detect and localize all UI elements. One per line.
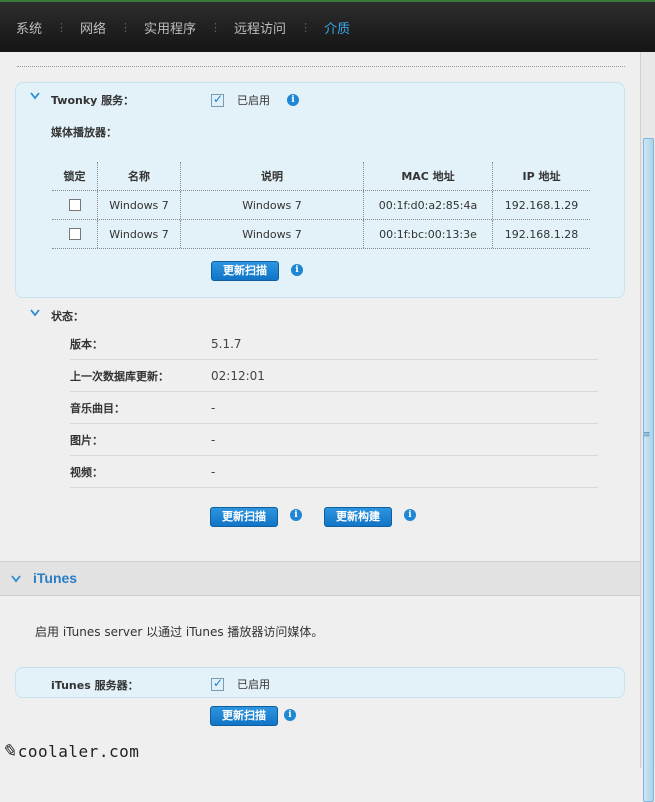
- status-key: 音乐曲目：: [70, 401, 125, 415]
- tab-media[interactable]: 介质: [318, 18, 356, 37]
- watermark-glyph-icon: ✎: [2, 738, 16, 763]
- info-icon[interactable]: i: [290, 509, 302, 521]
- itunes-rescan-button[interactable]: 更新扫描: [210, 706, 278, 726]
- watermark-logo: ✎ coolaler.com: [2, 738, 139, 763]
- status-value: -: [211, 432, 216, 447]
- twonky-enabled-checkbox[interactable]: [211, 92, 224, 107]
- name-cell: Windows 7: [98, 191, 181, 219]
- divider: [17, 66, 625, 67]
- col-description: 说明: [181, 162, 364, 190]
- status-key: 上一次数据库更新：: [70, 369, 169, 383]
- twonky-service-label: Twonky 服务：: [51, 94, 135, 107]
- status-value: -: [211, 464, 216, 479]
- status-value: 02:12:01: [211, 368, 265, 383]
- lock-checkbox[interactable]: [68, 228, 81, 240]
- rebuild-button[interactable]: 更新构建: [324, 507, 392, 527]
- ip-cell: 192.168.1.29: [504, 198, 579, 212]
- nav-separator: ⋮: [300, 20, 311, 34]
- itunes-description: 启用 iTunes server 以通过 iTunes 播放器访问媒体。: [35, 625, 324, 639]
- col-name: 名称: [98, 162, 181, 190]
- itunes-panel: iTunes 服务器： 已启用: [15, 667, 625, 698]
- itunes-server-label: iTunes 服务器：: [51, 679, 139, 692]
- description-cell: Windows 7: [181, 220, 364, 248]
- status-key: 视频：: [70, 465, 103, 479]
- table-row: Windows 7 Windows 7 00:1f:d0:a2:85:4a 19…: [52, 191, 590, 220]
- status-row: 音乐曲目： -: [70, 392, 598, 424]
- main-content: Twonky 服务： 已启用 i 媒体播放器： 锁定 名称 说明 MAC 地址 …: [0, 52, 640, 768]
- nav-separator: ⋮: [56, 20, 67, 34]
- info-icon[interactable]: i: [291, 264, 303, 276]
- col-ip: IP 地址: [522, 170, 561, 183]
- media-players-table: 锁定 名称 说明 MAC 地址 IP 地址 Windows 7 Windows …: [52, 162, 590, 249]
- rescan-button[interactable]: 更新扫描: [211, 261, 279, 281]
- tab-utilities[interactable]: 实用程序: [138, 18, 202, 37]
- scrollbar-thumb[interactable]: [643, 138, 654, 802]
- info-icon[interactable]: i: [287, 94, 299, 106]
- mac-cell: 00:1f:d0:a2:85:4a: [364, 191, 493, 219]
- itunes-enabled-checkbox[interactable]: [211, 676, 224, 691]
- itunes-title: iTunes: [33, 570, 78, 586]
- table-header: 锁定 名称 说明 MAC 地址 IP 地址: [52, 162, 590, 191]
- status-value: -: [211, 400, 216, 415]
- watermark-text: coolaler.com: [17, 742, 140, 761]
- tab-system[interactable]: 系统: [10, 18, 48, 37]
- vertical-scrollbar[interactable]: ≡: [640, 52, 655, 802]
- chevron-down-icon[interactable]: [30, 92, 40, 102]
- col-lock: 锁定: [52, 162, 98, 190]
- status-row: 版本： 5.1.7: [70, 328, 598, 360]
- col-mac: MAC 地址: [364, 162, 493, 190]
- mac-cell: 00:1f:bc:00:13:3e: [364, 220, 493, 248]
- chevron-down-icon[interactable]: [30, 309, 40, 319]
- status-key: 图片：: [70, 433, 103, 447]
- tab-network[interactable]: 网络: [74, 18, 112, 37]
- lock-checkbox[interactable]: [68, 199, 81, 211]
- twonky-enabled-label: 已启用: [237, 94, 270, 107]
- ip-cell: 192.168.1.28: [504, 227, 579, 241]
- chevron-down-icon[interactable]: [11, 575, 21, 585]
- lock-cell: [52, 191, 98, 219]
- status-value: 5.1.7: [211, 336, 242, 351]
- status-rescan-button[interactable]: 更新扫描: [210, 507, 278, 527]
- info-icon[interactable]: i: [404, 509, 416, 521]
- table-row: Windows 7 Windows 7 00:1f:bc:00:13:3e 19…: [52, 220, 590, 249]
- tab-remote-access[interactable]: 远程访问: [228, 18, 292, 37]
- name-cell: Windows 7: [98, 220, 181, 248]
- status-key: 版本：: [70, 337, 103, 351]
- scrollbar-grip-icon: ≡: [643, 430, 651, 440]
- description-cell: Windows 7: [181, 191, 364, 219]
- status-list: 版本： 5.1.7 上一次数据库更新： 02:12:01 音乐曲目： - 图片：…: [70, 328, 598, 488]
- status-title: 状态：: [51, 310, 84, 323]
- twonky-panel: Twonky 服务： 已启用 i 媒体播放器： 锁定 名称 说明 MAC 地址 …: [15, 82, 625, 298]
- status-row: 图片： -: [70, 424, 598, 456]
- media-players-label: 媒体播放器：: [51, 126, 117, 139]
- itunes-section-header[interactable]: iTunes: [0, 561, 640, 596]
- status-row: 视频： -: [70, 456, 598, 488]
- status-row: 上一次数据库更新： 02:12:01: [70, 360, 598, 392]
- lock-cell: [52, 220, 98, 248]
- nav-separator: ⋮: [210, 20, 221, 34]
- itunes-enabled-label: 已启用: [237, 678, 270, 691]
- top-navigation: 系统 ⋮ 网络 ⋮ 实用程序 ⋮ 远程访问 ⋮ 介质: [0, 0, 655, 52]
- info-icon[interactable]: i: [284, 709, 296, 721]
- nav-separator: ⋮: [120, 20, 131, 34]
